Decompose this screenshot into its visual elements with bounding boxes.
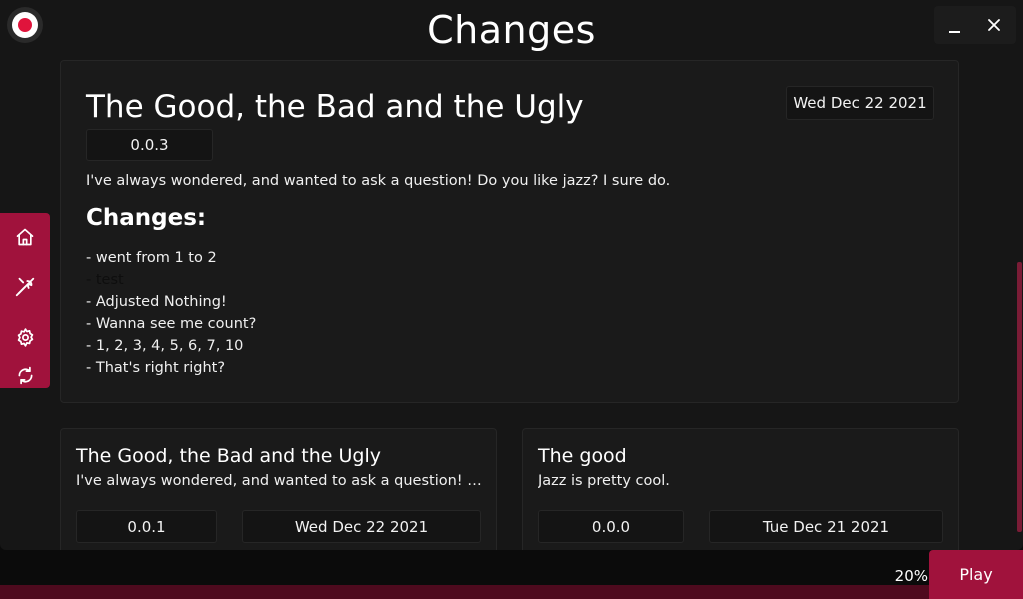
entry-date: Wed Dec 22 2021	[242, 510, 481, 543]
app-window: Changes The Good, the Bad and the Ugly W…	[0, 0, 1023, 550]
entry-version: 0.0.1	[76, 510, 217, 543]
sidebar-item-mods[interactable]	[9, 271, 41, 303]
sidebar-item-settings[interactable]	[9, 321, 41, 353]
change-list: - went from 1 to 2 - test - Adjusted Not…	[86, 247, 256, 379]
scrollbar[interactable]	[1017, 262, 1022, 532]
entry-description: Jazz is pretty cool.	[538, 473, 670, 489]
progress-track	[0, 585, 1023, 599]
entry-version: 0.0.0	[538, 510, 684, 543]
changes-heading: Changes:	[86, 205, 207, 231]
entry-date: Tue Dec 21 2021	[709, 510, 943, 543]
close-icon	[988, 19, 1000, 31]
change-item: - Wanna see me count?	[86, 316, 257, 332]
home-icon	[16, 228, 34, 246]
sidebar	[0, 213, 50, 388]
change-item: - That's right right?	[86, 360, 226, 376]
entry-description: I've always wondered, and wanted to ask …	[86, 173, 671, 189]
play-button[interactable]: Play	[929, 550, 1023, 599]
page-title: Changes	[427, 8, 596, 52]
minimize-button[interactable]	[934, 6, 974, 44]
progress-percent: 20%	[894, 567, 928, 585]
sidebar-item-refresh[interactable]	[9, 359, 41, 391]
changelog-entry-card[interactable]: The good Jazz is pretty cool. 0.0.0 Tue …	[522, 428, 959, 550]
close-button[interactable]	[974, 6, 1014, 44]
window-controls	[934, 6, 1016, 44]
entry-version: 0.0.3	[86, 129, 213, 161]
change-item: - 1, 2, 3, 4, 5, 6, 7, 10	[86, 338, 244, 354]
entry-title: The good	[538, 445, 627, 467]
entry-title: The Good, the Bad and the Ugly	[76, 445, 381, 467]
refresh-icon	[17, 366, 33, 384]
changelog-main-card: The Good, the Bad and the Ugly Wed Dec 2…	[60, 60, 959, 403]
gear-icon	[17, 327, 33, 347]
entry-date: Wed Dec 22 2021	[786, 86, 934, 120]
change-item: - Adjusted Nothing!	[86, 294, 227, 310]
entry-description: I've always wondered, and wanted to ask …	[76, 473, 486, 489]
changelog-entry-card[interactable]: The Good, the Bad and the Ugly I've alwa…	[60, 428, 497, 550]
entry-title: The Good, the Bad and the Ugly	[86, 89, 584, 125]
minimize-icon	[948, 17, 960, 33]
change-item: - test	[86, 272, 124, 288]
wrench-off-icon	[15, 277, 35, 297]
change-item: - went from 1 to 2	[86, 250, 217, 266]
sidebar-item-home[interactable]	[9, 221, 41, 253]
